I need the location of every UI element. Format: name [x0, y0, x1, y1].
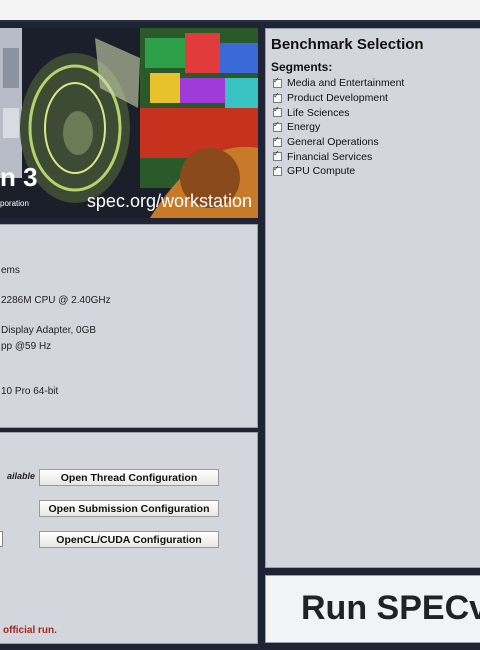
- open-submission-configuration-button[interactable]: Open Submission Configuration: [39, 500, 219, 517]
- segment-label: GPU Compute: [287, 165, 356, 178]
- segment-label: Financial Services: [287, 150, 373, 163]
- segment-life-sciences[interactable]: Life Sciences: [273, 105, 404, 120]
- config-input-edge[interactable]: [0, 531, 3, 547]
- banner-image: n 3 poration spec.org/workstation: [0, 28, 258, 218]
- segment-label: Energy: [287, 121, 321, 134]
- segments-list: Media and Entertainment Product Developm…: [273, 76, 404, 179]
- system-info-panel: ems 2286M CPU @ 2.40GHz Display Adapter,…: [0, 224, 258, 428]
- segment-general-operations[interactable]: General Operations: [273, 135, 404, 150]
- open-thread-configuration-button[interactable]: Open Thread Configuration: [39, 469, 219, 486]
- checkbox-icon[interactable]: [273, 164, 282, 176]
- checkbox-icon[interactable]: [273, 135, 282, 147]
- run-button[interactable]: Run SPECv: [265, 575, 480, 643]
- banner-art: [0, 28, 258, 218]
- segment-gpu-compute[interactable]: GPU Compute: [273, 164, 404, 179]
- segment-financial-services[interactable]: Financial Services: [273, 149, 404, 164]
- segment-label: General Operations: [287, 136, 379, 149]
- official-run-warning: official run.: [3, 625, 57, 636]
- banner-url: spec.org/workstation: [86, 191, 252, 211]
- benchmark-selection-title: Benchmark Selection: [271, 36, 424, 53]
- system-info-gpu: Display Adapter, 0GB: [1, 325, 97, 336]
- checkbox-icon[interactable]: [273, 105, 282, 118]
- checkbox-icon[interactable]: [273, 91, 282, 103]
- configuration-panel: ailable Open Thread Configuration Open S…: [0, 432, 258, 644]
- segment-energy[interactable]: Energy: [273, 120, 404, 135]
- checkbox-icon[interactable]: [273, 76, 282, 88]
- system-info-display: pp @59 Hz: [1, 341, 52, 352]
- system-info-line: ems: [1, 265, 20, 276]
- segment-label: Life Sciences: [287, 106, 350, 119]
- segment-media-entertainment[interactable]: Media and Entertainment: [273, 76, 404, 91]
- banner-org-text: poration: [0, 199, 29, 208]
- segment-label: Product Development: [287, 92, 388, 105]
- opencl-cuda-configuration-button[interactable]: OpenCL/CUDA Configuration: [39, 531, 219, 548]
- system-info-os: 10 Pro 64-bit: [1, 386, 59, 397]
- benchmark-selection-panel: Benchmark Selection Segments: Media and …: [265, 28, 480, 568]
- checkbox-icon[interactable]: [273, 149, 282, 162]
- available-label: ailable: [7, 471, 36, 481]
- segment-label: Media and Entertainment: [287, 77, 405, 90]
- top-strip: [0, 0, 480, 22]
- system-info-cpu: 2286M CPU @ 2.40GHz: [1, 295, 111, 306]
- segment-product-development[interactable]: Product Development: [273, 91, 404, 106]
- banner-product-text: n 3: [0, 162, 38, 192]
- run-button-label: Run SPECv: [301, 589, 480, 627]
- checkbox-icon[interactable]: [273, 120, 282, 132]
- segments-label: Segments:: [271, 60, 333, 74]
